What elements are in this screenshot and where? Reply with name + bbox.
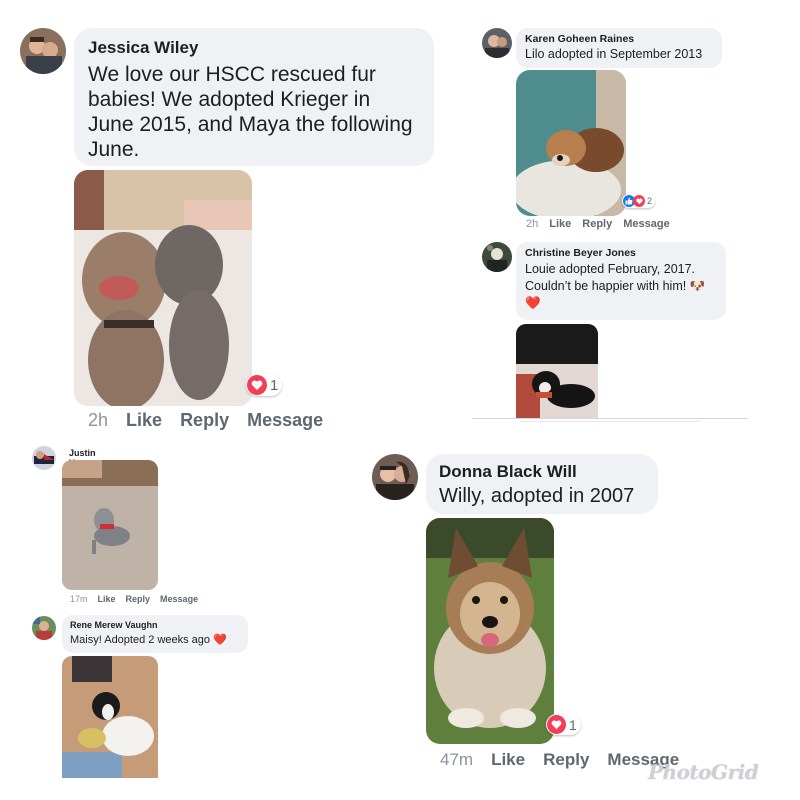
- comment-actions: 2h Like Reply Message: [88, 410, 341, 431]
- reply-link[interactable]: Reply: [582, 218, 612, 230]
- comment-bubble: Karen Goheen Raines Lilo adopted in Sept…: [516, 28, 722, 68]
- timestamp: 17m: [70, 594, 88, 604]
- reply-link[interactable]: Reply: [126, 594, 151, 604]
- comment-text: We love our HSCC rescued fur babies! We …: [88, 63, 413, 161]
- reaction-badge[interactable]: 1: [246, 374, 283, 396]
- commenter-name[interactable]: Rene Merew Vaughn: [70, 620, 240, 630]
- commenter-name[interactable]: Jessica Wiley: [88, 38, 420, 58]
- comment-bubble: Donna Black Will Willy, adopted in 2007: [426, 454, 658, 514]
- comment-text: Lilo adopted in September 2013: [525, 47, 703, 61]
- comment-text: Willy, adopted in 2007: [439, 485, 635, 507]
- timestamp: 47m: [440, 750, 474, 769]
- timestamp: 2h: [88, 410, 109, 430]
- like-link[interactable]: Like: [491, 750, 525, 770]
- reaction-count: 1: [569, 716, 577, 733]
- comment-actions: 2h Like Reply Message: [526, 218, 681, 230]
- avatar[interactable]: [20, 28, 66, 74]
- comment-photo[interactable]: [62, 656, 158, 778]
- comment-text-line-2: Couldn’t be happier with him! 🐶: [525, 279, 706, 293]
- like-link[interactable]: Like: [126, 410, 162, 431]
- reaction-count: 1: [270, 376, 279, 394]
- heart-icon: [547, 715, 566, 734]
- commenter-name[interactable]: Donna Black Will: [439, 462, 645, 482]
- comment-actions: 17m Like Reply Message: [70, 594, 208, 604]
- photogrid-watermark: PhotoGrid: [648, 760, 759, 784]
- comment-photo[interactable]: [426, 518, 554, 744]
- divider: [520, 421, 700, 422]
- reaction-badge[interactable]: 1: [546, 714, 581, 735]
- heart-icon: [633, 195, 645, 207]
- comment-bubble: Christine Beyer Jones Louie adopted Febr…: [516, 242, 726, 320]
- like-link[interactable]: Like: [98, 594, 116, 604]
- reaction-count: 2: [647, 196, 653, 206]
- avatar[interactable]: [32, 446, 56, 470]
- message-link[interactable]: Message: [247, 410, 323, 431]
- commenter-name[interactable]: Karen Goheen Raines: [525, 33, 713, 45]
- avatar[interactable]: [372, 454, 418, 500]
- comment-photo[interactable]: [516, 70, 626, 216]
- comment-photo[interactable]: [62, 460, 158, 590]
- comment-text-line-3: ❤️: [525, 296, 541, 310]
- reply-link[interactable]: Reply: [180, 410, 229, 431]
- reply-link[interactable]: Reply: [543, 750, 589, 770]
- message-link[interactable]: Message: [160, 594, 198, 604]
- like-link[interactable]: Like: [549, 218, 571, 230]
- timestamp: 2h: [526, 218, 539, 230]
- commenter-name[interactable]: Christine Beyer Jones: [525, 247, 717, 259]
- heart-icon: [247, 375, 267, 395]
- comment-bubble: Rene Merew Vaughn Maisy! Adopted 2 weeks…: [62, 615, 248, 653]
- avatar[interactable]: [482, 28, 512, 58]
- comment-text-line-1: Louie adopted February, 2017.: [525, 262, 696, 276]
- comment-photo[interactable]: [74, 170, 252, 406]
- comment-photo[interactable]: [516, 324, 598, 418]
- reaction-badge[interactable]: 2: [622, 194, 656, 208]
- avatar[interactable]: [482, 242, 512, 272]
- divider: [472, 418, 748, 419]
- comment-bubble: Jessica Wiley We love our HSCC rescued f…: [74, 28, 434, 166]
- comment-text: Maisy! Adopted 2 weeks ago ❤️: [70, 634, 227, 646]
- avatar[interactable]: [32, 616, 56, 640]
- message-link[interactable]: Message: [623, 218, 669, 230]
